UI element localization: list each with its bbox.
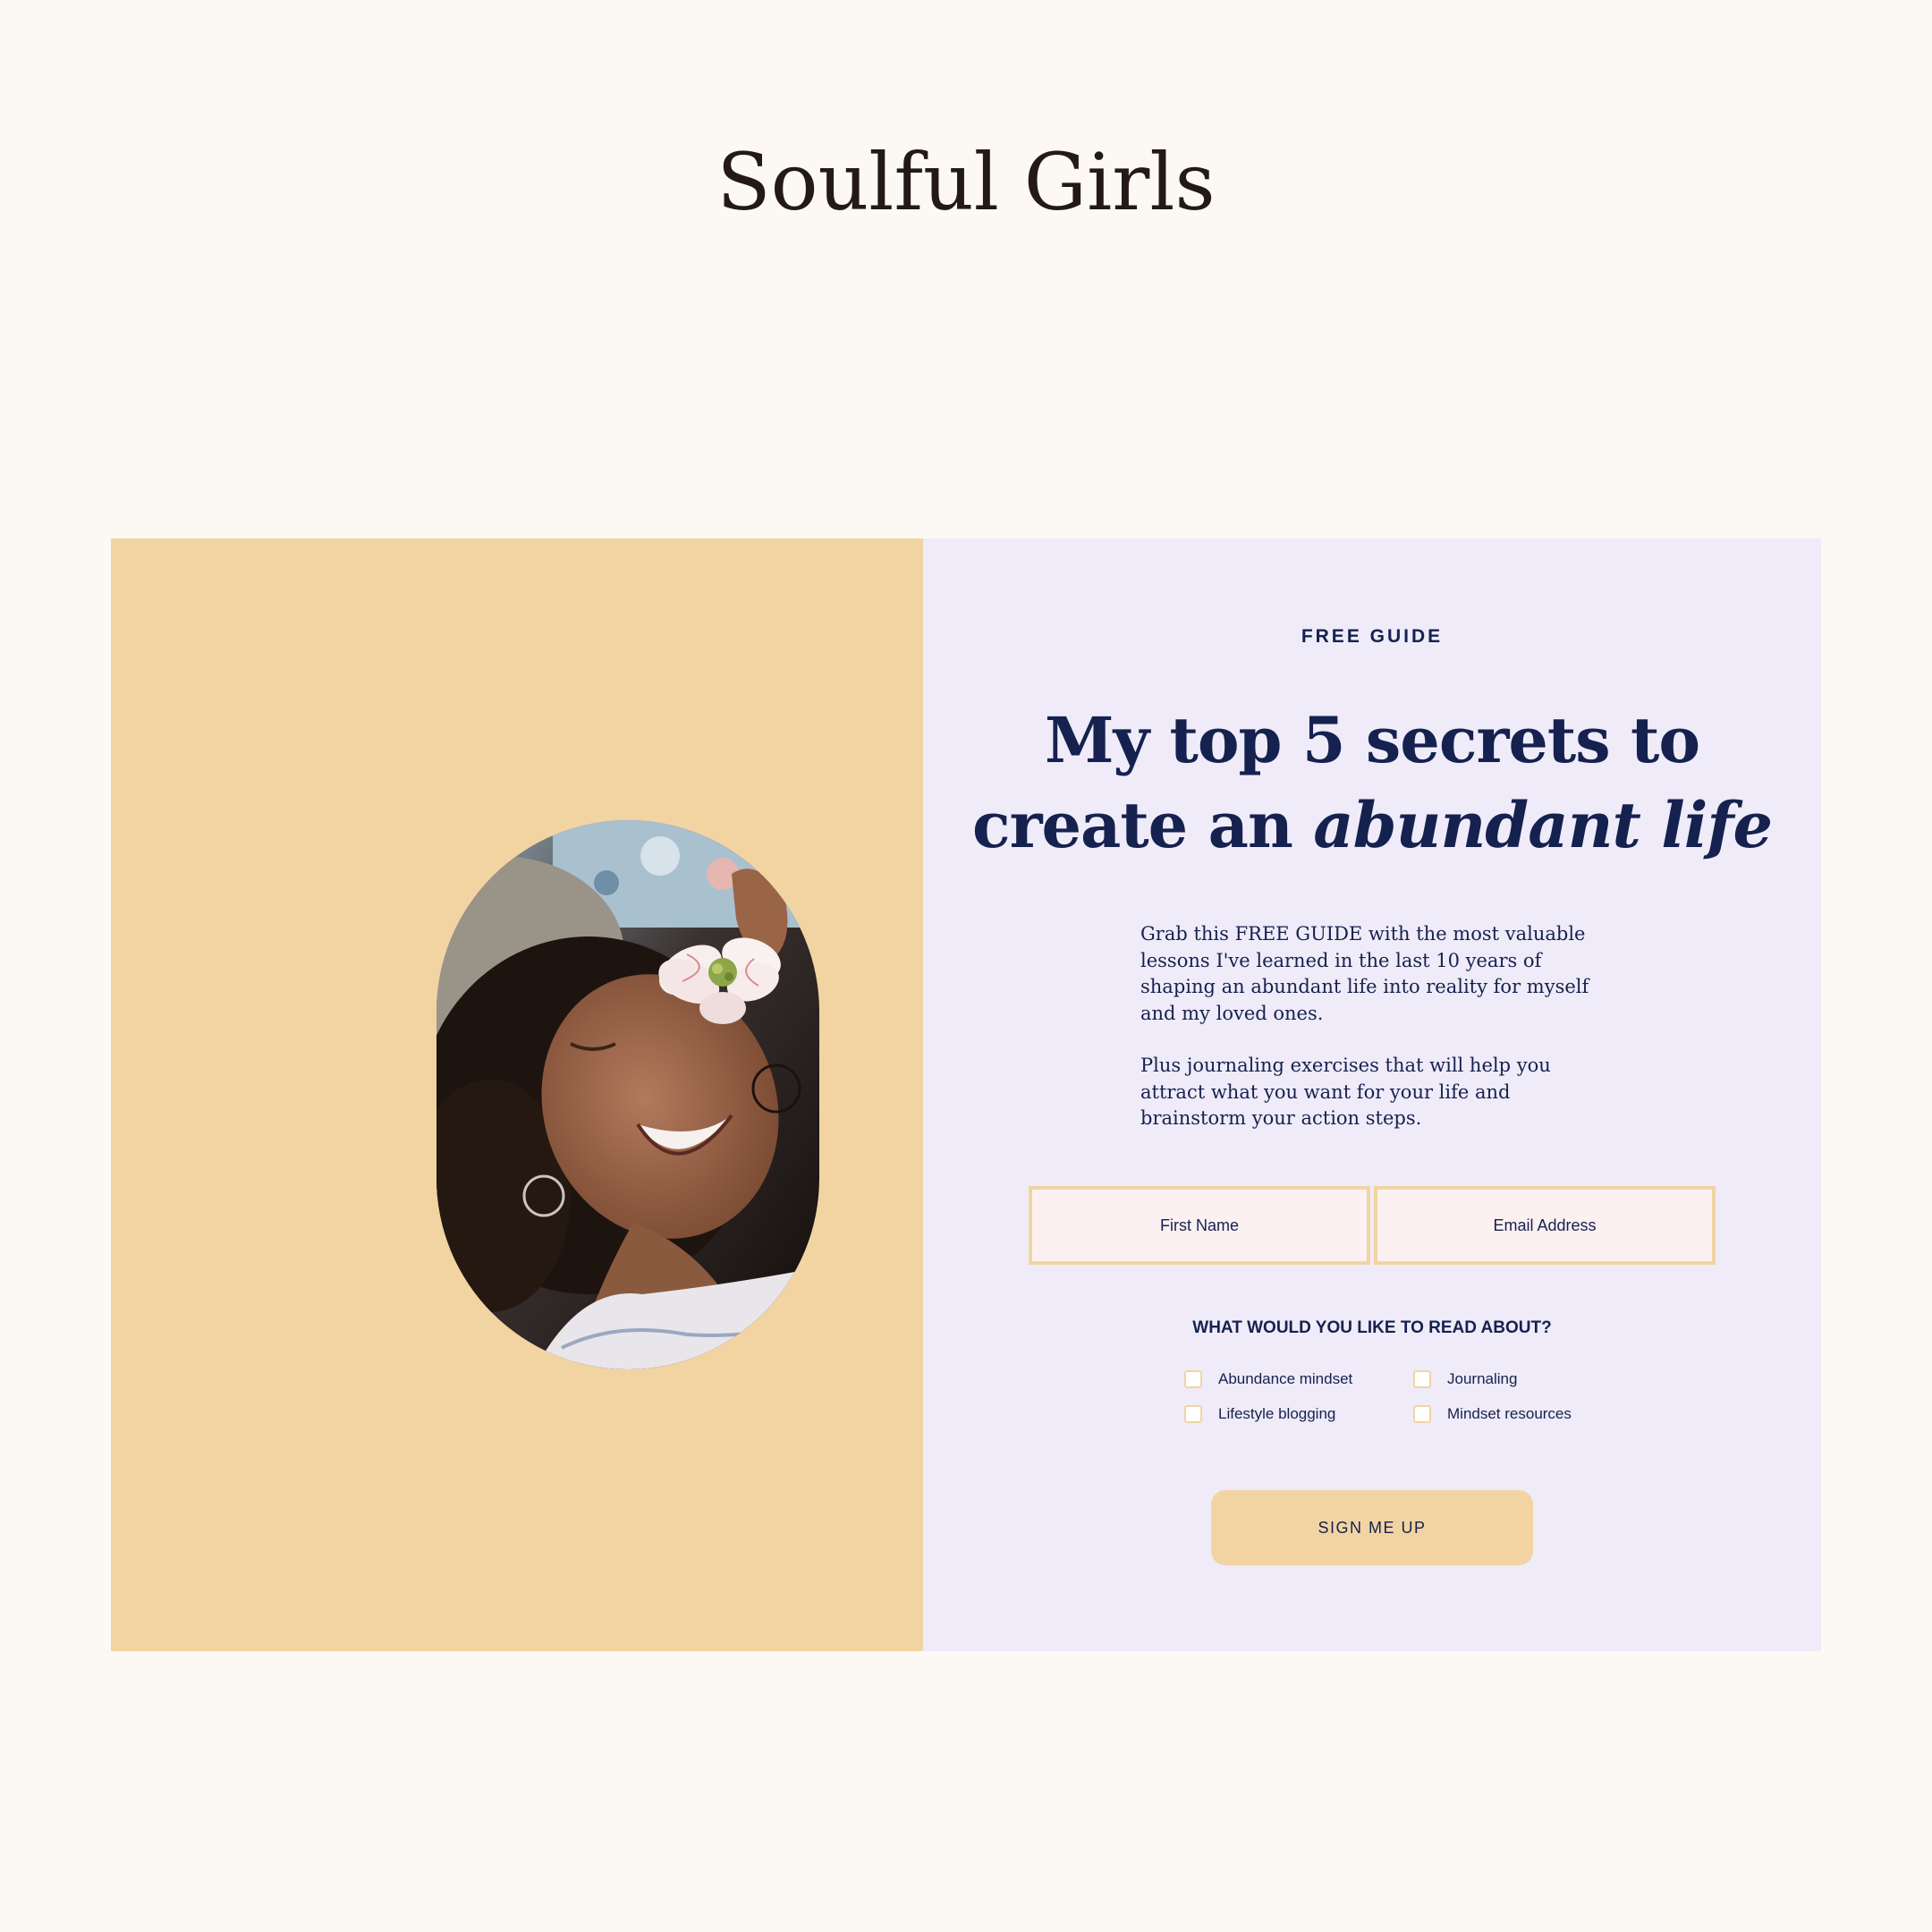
- interest-option-mindset-resources[interactable]: Mindset resources: [1413, 1405, 1596, 1423]
- eyebrow-label: FREE GUIDE: [1301, 626, 1444, 647]
- brand-logo[interactable]: Soulful Girls: [0, 143, 1932, 222]
- interest-option-abundance-mindset[interactable]: Abundance mindset: [1184, 1370, 1413, 1388]
- first-name-field-wrapper: [1029, 1186, 1370, 1265]
- sign-me-up-button[interactable]: SIGN ME UP: [1211, 1490, 1533, 1565]
- optin-card: FREE GUIDE My top 5 secrets to create an…: [111, 538, 1821, 1651]
- interests-question: WHAT WOULD YOU LIKE TO READ ABOUT?: [1192, 1318, 1552, 1337]
- interests-options: Abundance mindset Journaling Lifestyle b…: [1184, 1370, 1596, 1423]
- interest-label: Lifestyle blogging: [1218, 1405, 1336, 1422]
- checkbox-lifestyle-blogging[interactable]: [1184, 1405, 1202, 1423]
- interest-label: Journaling: [1447, 1370, 1518, 1387]
- description: Grab this FREE GUIDE with the most valua…: [1140, 921, 1614, 1158]
- description-paragraph-2: Plus journaling exercises that will help…: [1140, 1055, 1551, 1129]
- headline-line-2: create an: [971, 788, 1314, 862]
- checkbox-mindset-resources[interactable]: [1413, 1405, 1431, 1423]
- headline-italic: abundant life: [1313, 788, 1773, 862]
- interest-option-journaling[interactable]: Journaling: [1413, 1370, 1596, 1388]
- interest-option-lifestyle-blogging[interactable]: Lifestyle blogging: [1184, 1405, 1413, 1423]
- checkbox-journaling[interactable]: [1413, 1370, 1431, 1388]
- headline: My top 5 secrets to create an abundant l…: [923, 698, 1821, 868]
- image-panel: [111, 538, 923, 1651]
- email-input[interactable]: [1377, 1190, 1712, 1261]
- interest-label: Abundance mindset: [1218, 1370, 1353, 1387]
- portrait-illustration: [436, 820, 819, 1369]
- interest-label: Mindset resources: [1447, 1405, 1572, 1422]
- signup-panel: FREE GUIDE My top 5 secrets to create an…: [923, 538, 1821, 1651]
- headline-line-1: My top 5 secrets to: [1044, 703, 1700, 777]
- portrait-photo: [436, 820, 819, 1369]
- signup-fields: [1029, 1186, 1716, 1265]
- email-field-wrapper: [1374, 1186, 1716, 1265]
- description-paragraph-1: Grab this FREE GUIDE with the most valua…: [1140, 923, 1589, 1024]
- first-name-input[interactable]: [1032, 1190, 1367, 1261]
- checkbox-abundance-mindset[interactable]: [1184, 1370, 1202, 1388]
